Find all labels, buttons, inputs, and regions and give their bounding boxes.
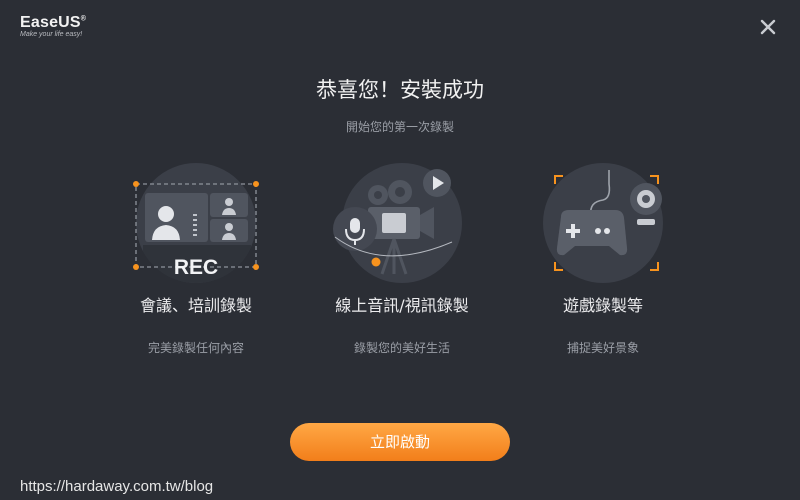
close-button[interactable]: [759, 18, 777, 36]
page-subtitle: 開始您的第一次錄製: [345, 120, 454, 134]
rec-badge: REC: [174, 256, 218, 279]
card-desc-meeting: 完美錄製任何內容: [147, 341, 244, 355]
gamepad-webcam-illustration: [503, 162, 703, 288]
card-title-meeting: 會議、培訓錄製: [139, 296, 252, 315]
card-desc-audio-video: 錄製您的美好生活: [353, 341, 450, 355]
card-title-game: 遊戲錄製等: [562, 296, 643, 315]
page-title: 恭喜您！安裝成功: [316, 78, 484, 102]
close-icon: [760, 19, 776, 35]
watermark-url: https://hardaway.com.tw/blog: [20, 478, 214, 495]
feature-card-game: 遊戲錄製等 捕捉美好景象: [503, 162, 703, 356]
camera-mic-illustration: [302, 162, 502, 288]
feature-card-audio-video: 線上音訊/視訊錄製 錄製您的美好生活: [302, 162, 502, 356]
brand-logo: EaseUS® Make your life easy!: [20, 14, 86, 38]
feature-card-meeting: REC 會議、培訓錄製 完美錄製任何內容: [96, 162, 296, 356]
brand-tagline: Make your life easy!: [20, 31, 83, 38]
meeting-record-illustration: REC: [96, 162, 296, 288]
card-title-audio-video: 線上音訊/視訊錄製: [335, 296, 469, 315]
card-desc-game: 捕捉美好景象: [566, 341, 639, 355]
start-now-button[interactable]: 立即啟動: [290, 423, 510, 461]
brand-name: EaseUS®: [20, 14, 87, 31]
